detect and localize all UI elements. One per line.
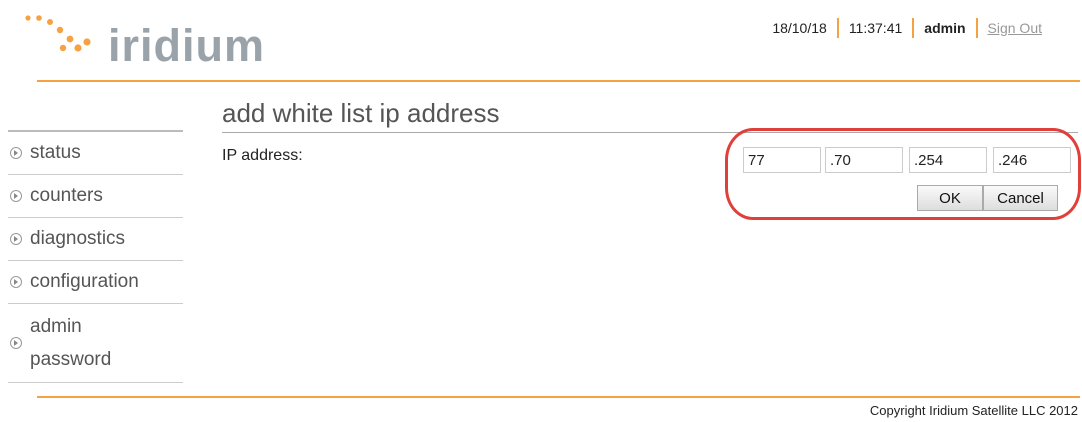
header-date: 18/10/18 xyxy=(772,20,827,36)
sidebar-item-admin-password[interactable]: admin password xyxy=(8,304,183,383)
sign-out-link[interactable]: Sign Out xyxy=(975,18,1042,38)
footer-divider xyxy=(37,396,1080,398)
sidebar-item-counters[interactable]: counters xyxy=(8,175,183,218)
sidebar-nav: status counters diagnostics configuratio… xyxy=(8,130,183,383)
sidebar-item-label: diagnostics xyxy=(30,228,126,249)
ip-octet-2-input[interactable] xyxy=(825,147,903,173)
header-status-bar: 18/10/18 11:37:41 admin Sign Out xyxy=(772,18,1042,38)
cancel-button[interactable]: Cancel xyxy=(983,185,1058,211)
copyright-text: Copyright Iridium Satellite LLC 2012 xyxy=(869,403,1078,418)
sidebar-item-label: configuration xyxy=(30,271,139,292)
ip-octet-3-input[interactable] xyxy=(909,147,987,173)
sidebar-item-configuration[interactable]: configuration xyxy=(8,261,183,304)
expand-bullet-icon xyxy=(10,190,22,202)
header-time: 11:37:41 xyxy=(836,18,912,38)
sidebar-item-diagnostics[interactable]: diagnostics xyxy=(8,218,183,261)
expand-bullet-icon xyxy=(10,233,22,245)
ip-address-label: IP address: xyxy=(222,147,303,164)
iridium-logo: iridium xyxy=(22,12,302,72)
header-divider xyxy=(37,80,1080,82)
ip-address-field xyxy=(743,147,1078,173)
ip-octet-4-input[interactable] xyxy=(993,147,1071,173)
page-title: add white list ip address xyxy=(222,98,500,128)
logo-wordmark: iridium xyxy=(108,20,266,71)
sidebar-item-label: counters xyxy=(30,185,103,206)
ok-button[interactable]: OK xyxy=(917,185,983,211)
expand-bullet-icon xyxy=(10,337,22,349)
sidebar-item-label: admin password xyxy=(30,316,112,370)
ip-octet-1-input[interactable] xyxy=(743,147,821,173)
expand-bullet-icon xyxy=(10,147,22,159)
sidebar-item-label: status xyxy=(30,142,81,163)
logo-dots-icon xyxy=(25,15,91,52)
title-divider xyxy=(222,132,1078,133)
expand-bullet-icon xyxy=(10,276,22,288)
header-username: admin xyxy=(912,18,975,38)
sidebar-item-status[interactable]: status xyxy=(8,132,183,175)
